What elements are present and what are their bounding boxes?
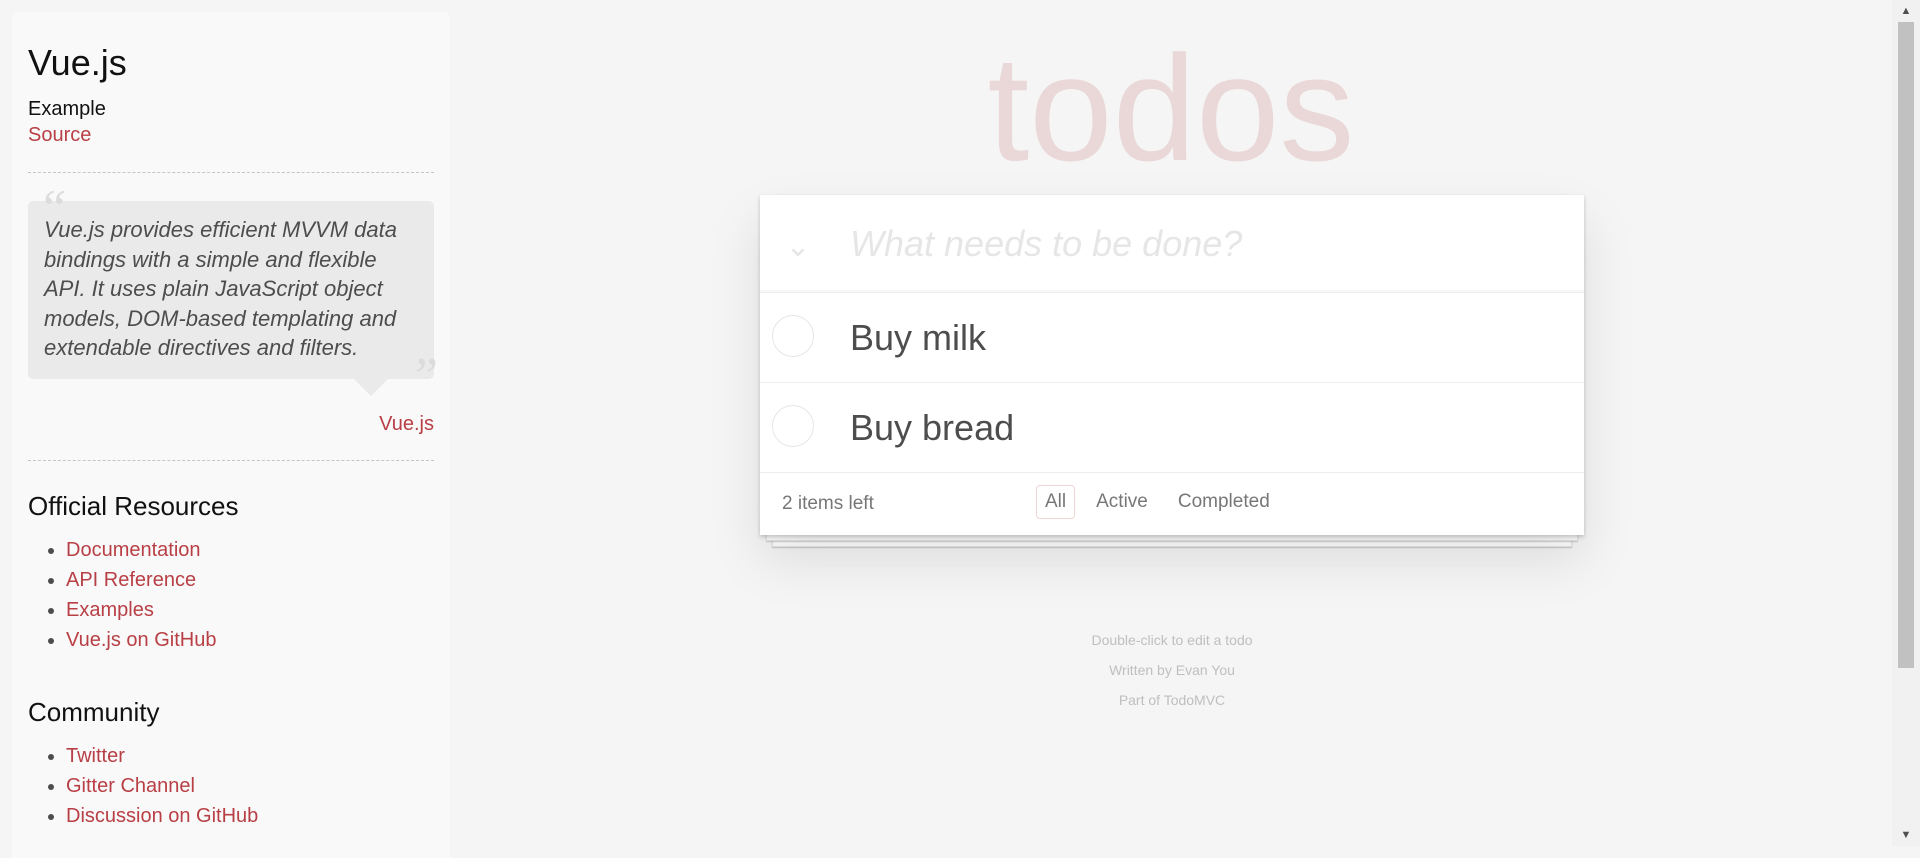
items-left-count: 2 items left <box>782 493 874 514</box>
todo-label[interactable]: Buy bread <box>850 407 1014 449</box>
close-quote-icon: ” <box>409 347 438 405</box>
list-item: Vue.js on GitHub <box>66 625 434 655</box>
app-title: todos <box>987 24 1355 192</box>
source-link[interactable]: Source <box>28 122 434 148</box>
link-documentation[interactable]: Documentation <box>66 539 201 561</box>
list-item: Discussion on GitHub <box>66 801 434 831</box>
section-heading-community: Community <box>28 696 160 727</box>
todo-app: ⌄ Buy milk Buy bread 2 items left All Ac… <box>760 195 1584 547</box>
link-examples[interactable]: Examples <box>66 599 154 621</box>
info-todomvc: Part of TodoMVC <box>1118 692 1226 708</box>
filter-completed[interactable]: Completed <box>1169 485 1279 519</box>
filter-tabs: All Active Completed <box>1030 485 1285 519</box>
divider <box>28 459 434 461</box>
official-resources-list: Documentation API Reference Examples Vue… <box>28 535 434 655</box>
todo-toggle-checkbox[interactable] <box>772 405 814 447</box>
list-item: Twitter <box>66 741 434 771</box>
info-edit-hint: Double-click to edit a todo <box>1091 632 1253 648</box>
sidebar: Vue.js Example Source “ Vue.js provides … <box>12 12 450 858</box>
list-item: Documentation <box>66 535 434 565</box>
link-discussion-github[interactable]: Discussion on GitHub <box>66 805 258 827</box>
link-api-reference[interactable]: API Reference <box>66 569 196 591</box>
quote-footer: Vue.js <box>28 413 434 436</box>
scroll-up-arrow-icon[interactable]: ▲ <box>1892 0 1920 22</box>
todo-item[interactable]: Buy bread <box>760 383 1584 473</box>
todo-toggle-checkbox[interactable] <box>772 315 814 357</box>
link-twitter[interactable]: Twitter <box>66 745 125 767</box>
quote-text: Vue.js provides efficient MVVM data bind… <box>44 217 397 360</box>
link-gitter[interactable]: Gitter Channel <box>66 775 195 797</box>
page-scrollbar[interactable]: ▲ ▼ <box>1892 0 1920 846</box>
section-heading-official-resources: Official Resources <box>28 490 239 521</box>
sidebar-title: Vue.js <box>28 42 127 83</box>
scrollbar-thumb[interactable] <box>1898 22 1914 668</box>
new-todo-row: ⌄ <box>760 195 1584 293</box>
example-label: Example <box>28 98 106 120</box>
open-quote-icon: “ <box>38 180 67 237</box>
toggle-all-chevron-icon[interactable]: ⌄ <box>780 229 816 265</box>
todo-footer: 2 items left All Active Completed <box>760 473 1584 533</box>
new-todo-input[interactable] <box>850 219 1550 269</box>
link-vuejs-github[interactable]: Vue.js on GitHub <box>66 629 216 651</box>
divider <box>28 172 434 173</box>
scroll-down-arrow-icon[interactable]: ▼ <box>1892 824 1920 846</box>
filter-all[interactable]: All <box>1036 485 1076 519</box>
quote-bubble: “ Vue.js provides efficient MVVM data bi… <box>28 180 438 405</box>
info-footer: Double-click to edit a todo Written by E… <box>760 630 1584 720</box>
todo-panel: ⌄ Buy milk Buy bread 2 items left All Ac… <box>760 195 1584 535</box>
todo-label[interactable]: Buy milk <box>850 317 986 359</box>
quote-block: “ Vue.js provides efficient MVVM data bi… <box>28 180 438 436</box>
quote-author-link[interactable]: Vue.js <box>379 413 434 435</box>
community-list: Twitter Gitter Channel Discussion on Git… <box>28 741 434 831</box>
list-item: Examples <box>66 595 434 625</box>
info-author: Written by Evan You <box>1109 662 1235 678</box>
list-item: API Reference <box>66 565 434 595</box>
quote-tail <box>354 378 388 396</box>
todo-item[interactable]: Buy milk <box>760 293 1584 383</box>
list-item: Gitter Channel <box>66 771 434 801</box>
filter-active[interactable]: Active <box>1087 485 1157 519</box>
